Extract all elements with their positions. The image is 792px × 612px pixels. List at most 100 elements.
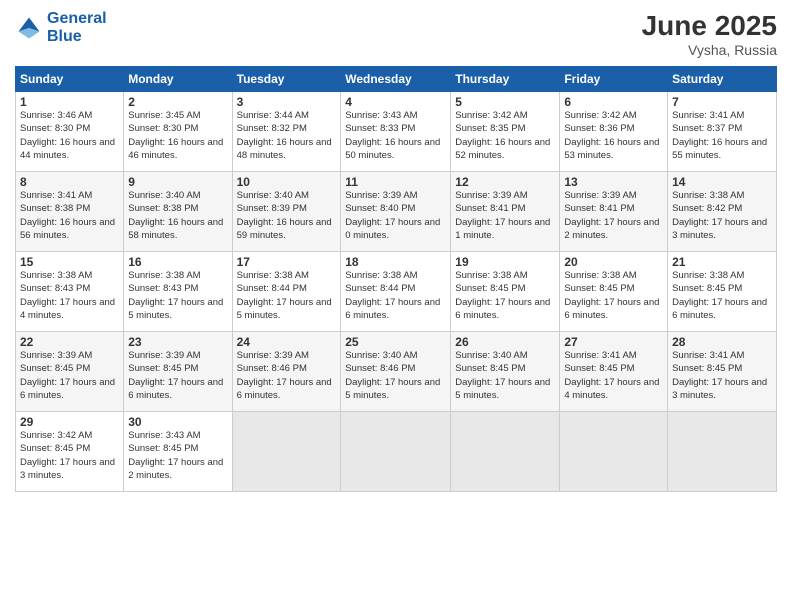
- header: General Blue June 2025 Vysha, Russia: [15, 10, 777, 58]
- day-number: 14: [672, 175, 772, 189]
- table-row: [560, 412, 668, 492]
- day-number: 12: [455, 175, 555, 189]
- day-number: 3: [237, 95, 337, 109]
- day-info: Sunrise: 3:38 AM Sunset: 8:45 PM Dayligh…: [672, 269, 772, 322]
- col-thursday: Thursday: [451, 67, 560, 92]
- table-row: 28 Sunrise: 3:41 AM Sunset: 8:45 PM Dayl…: [668, 332, 777, 412]
- table-row: 24 Sunrise: 3:39 AM Sunset: 8:46 PM Dayl…: [232, 332, 341, 412]
- day-number: 6: [564, 95, 663, 109]
- table-row: 9 Sunrise: 3:40 AM Sunset: 8:38 PM Dayli…: [124, 172, 232, 252]
- table-row: 26 Sunrise: 3:40 AM Sunset: 8:45 PM Dayl…: [451, 332, 560, 412]
- col-wednesday: Wednesday: [341, 67, 451, 92]
- logo-general: General: [47, 10, 107, 27]
- table-row: 25 Sunrise: 3:40 AM Sunset: 8:46 PM Dayl…: [341, 332, 451, 412]
- day-info: Sunrise: 3:38 AM Sunset: 8:43 PM Dayligh…: [20, 269, 119, 322]
- day-info: Sunrise: 3:46 AM Sunset: 8:30 PM Dayligh…: [20, 109, 119, 162]
- day-number: 24: [237, 335, 337, 349]
- table-row: [232, 412, 341, 492]
- table-row: 10 Sunrise: 3:40 AM Sunset: 8:39 PM Dayl…: [232, 172, 341, 252]
- day-info: Sunrise: 3:38 AM Sunset: 8:43 PM Dayligh…: [128, 269, 227, 322]
- table-row: 2 Sunrise: 3:45 AM Sunset: 8:30 PM Dayli…: [124, 92, 232, 172]
- table-row: 29 Sunrise: 3:42 AM Sunset: 8:45 PM Dayl…: [16, 412, 124, 492]
- month-title: June 2025: [642, 10, 777, 42]
- day-number: 13: [564, 175, 663, 189]
- day-info: Sunrise: 3:41 AM Sunset: 8:45 PM Dayligh…: [564, 349, 663, 402]
- table-row: 16 Sunrise: 3:38 AM Sunset: 8:43 PM Dayl…: [124, 252, 232, 332]
- day-number: 19: [455, 255, 555, 269]
- table-row: 23 Sunrise: 3:39 AM Sunset: 8:45 PM Dayl…: [124, 332, 232, 412]
- logo-blue: Blue: [47, 28, 82, 45]
- day-number: 2: [128, 95, 227, 109]
- logo-icon: [15, 14, 43, 42]
- table-row: 27 Sunrise: 3:41 AM Sunset: 8:45 PM Dayl…: [560, 332, 668, 412]
- table-row: 22 Sunrise: 3:39 AM Sunset: 8:45 PM Dayl…: [16, 332, 124, 412]
- calendar-row: 8 Sunrise: 3:41 AM Sunset: 8:38 PM Dayli…: [16, 172, 777, 252]
- calendar-header-row: Sunday Monday Tuesday Wednesday Thursday…: [16, 67, 777, 92]
- day-info: Sunrise: 3:38 AM Sunset: 8:44 PM Dayligh…: [345, 269, 446, 322]
- day-number: 17: [237, 255, 337, 269]
- table-row: 1 Sunrise: 3:46 AM Sunset: 8:30 PM Dayli…: [16, 92, 124, 172]
- day-number: 7: [672, 95, 772, 109]
- day-info: Sunrise: 3:41 AM Sunset: 8:45 PM Dayligh…: [672, 349, 772, 402]
- day-info: Sunrise: 3:40 AM Sunset: 8:39 PM Dayligh…: [237, 189, 337, 242]
- calendar-row: 15 Sunrise: 3:38 AM Sunset: 8:43 PM Dayl…: [16, 252, 777, 332]
- day-info: Sunrise: 3:44 AM Sunset: 8:32 PM Dayligh…: [237, 109, 337, 162]
- table-row: 14 Sunrise: 3:38 AM Sunset: 8:42 PM Dayl…: [668, 172, 777, 252]
- table-row: [451, 412, 560, 492]
- table-row: 18 Sunrise: 3:38 AM Sunset: 8:44 PM Dayl…: [341, 252, 451, 332]
- day-number: 20: [564, 255, 663, 269]
- day-number: 26: [455, 335, 555, 349]
- table-row: 17 Sunrise: 3:38 AM Sunset: 8:44 PM Dayl…: [232, 252, 341, 332]
- day-info: Sunrise: 3:43 AM Sunset: 8:45 PM Dayligh…: [128, 429, 227, 482]
- day-info: Sunrise: 3:38 AM Sunset: 8:44 PM Dayligh…: [237, 269, 337, 322]
- calendar-table: Sunday Monday Tuesday Wednesday Thursday…: [15, 66, 777, 492]
- day-info: Sunrise: 3:41 AM Sunset: 8:37 PM Dayligh…: [672, 109, 772, 162]
- day-number: 23: [128, 335, 227, 349]
- col-sunday: Sunday: [16, 67, 124, 92]
- calendar-row: 1 Sunrise: 3:46 AM Sunset: 8:30 PM Dayli…: [16, 92, 777, 172]
- day-info: Sunrise: 3:40 AM Sunset: 8:46 PM Dayligh…: [345, 349, 446, 402]
- location: Vysha, Russia: [642, 42, 777, 58]
- day-number: 9: [128, 175, 227, 189]
- day-info: Sunrise: 3:39 AM Sunset: 8:41 PM Dayligh…: [455, 189, 555, 242]
- day-number: 8: [20, 175, 119, 189]
- day-number: 30: [128, 415, 227, 429]
- table-row: 15 Sunrise: 3:38 AM Sunset: 8:43 PM Dayl…: [16, 252, 124, 332]
- table-row: 6 Sunrise: 3:42 AM Sunset: 8:36 PM Dayli…: [560, 92, 668, 172]
- title-block: June 2025 Vysha, Russia: [642, 10, 777, 58]
- col-tuesday: Tuesday: [232, 67, 341, 92]
- day-number: 27: [564, 335, 663, 349]
- logo: General Blue: [15, 10, 107, 45]
- table-row: [668, 412, 777, 492]
- col-monday: Monday: [124, 67, 232, 92]
- day-info: Sunrise: 3:38 AM Sunset: 8:45 PM Dayligh…: [455, 269, 555, 322]
- day-number: 21: [672, 255, 772, 269]
- day-info: Sunrise: 3:39 AM Sunset: 8:45 PM Dayligh…: [128, 349, 227, 402]
- day-info: Sunrise: 3:39 AM Sunset: 8:46 PM Dayligh…: [237, 349, 337, 402]
- table-row: 13 Sunrise: 3:39 AM Sunset: 8:41 PM Dayl…: [560, 172, 668, 252]
- col-friday: Friday: [560, 67, 668, 92]
- day-info: Sunrise: 3:38 AM Sunset: 8:42 PM Dayligh…: [672, 189, 772, 242]
- day-number: 22: [20, 335, 119, 349]
- table-row: 19 Sunrise: 3:38 AM Sunset: 8:45 PM Dayl…: [451, 252, 560, 332]
- day-info: Sunrise: 3:39 AM Sunset: 8:45 PM Dayligh…: [20, 349, 119, 402]
- day-number: 29: [20, 415, 119, 429]
- day-info: Sunrise: 3:38 AM Sunset: 8:45 PM Dayligh…: [564, 269, 663, 322]
- calendar-row: 22 Sunrise: 3:39 AM Sunset: 8:45 PM Dayl…: [16, 332, 777, 412]
- day-info: Sunrise: 3:40 AM Sunset: 8:38 PM Dayligh…: [128, 189, 227, 242]
- day-number: 28: [672, 335, 772, 349]
- table-row: 3 Sunrise: 3:44 AM Sunset: 8:32 PM Dayli…: [232, 92, 341, 172]
- day-info: Sunrise: 3:39 AM Sunset: 8:40 PM Dayligh…: [345, 189, 446, 242]
- page: General Blue June 2025 Vysha, Russia Sun…: [0, 0, 792, 612]
- day-info: Sunrise: 3:40 AM Sunset: 8:45 PM Dayligh…: [455, 349, 555, 402]
- table-row: 7 Sunrise: 3:41 AM Sunset: 8:37 PM Dayli…: [668, 92, 777, 172]
- day-info: Sunrise: 3:45 AM Sunset: 8:30 PM Dayligh…: [128, 109, 227, 162]
- day-info: Sunrise: 3:42 AM Sunset: 8:36 PM Dayligh…: [564, 109, 663, 162]
- table-row: 20 Sunrise: 3:38 AM Sunset: 8:45 PM Dayl…: [560, 252, 668, 332]
- day-number: 18: [345, 255, 446, 269]
- day-number: 16: [128, 255, 227, 269]
- table-row: 30 Sunrise: 3:43 AM Sunset: 8:45 PM Dayl…: [124, 412, 232, 492]
- table-row: 8 Sunrise: 3:41 AM Sunset: 8:38 PM Dayli…: [16, 172, 124, 252]
- day-number: 15: [20, 255, 119, 269]
- table-row: 5 Sunrise: 3:42 AM Sunset: 8:35 PM Dayli…: [451, 92, 560, 172]
